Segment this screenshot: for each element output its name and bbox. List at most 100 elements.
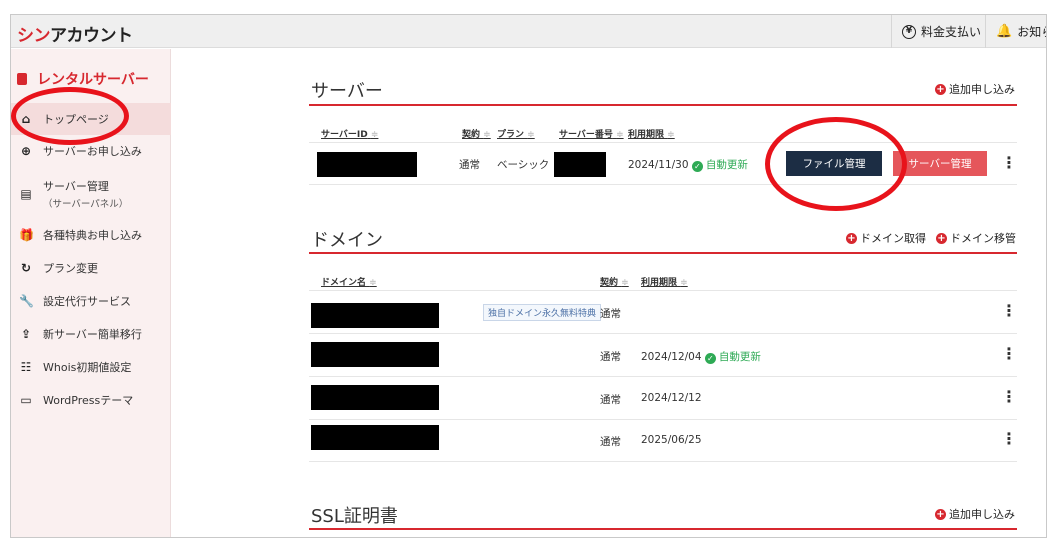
column-header-domain-name[interactable]: ドメイン名 ≑ xyxy=(321,275,377,288)
domain-contract: 通常 xyxy=(600,394,621,406)
plus-icon: + xyxy=(936,232,947,244)
sidebar-title[interactable]: レンタルサーバー xyxy=(17,69,149,89)
column-header-domain-contract[interactable]: 契約 ≑ xyxy=(600,275,629,288)
sidebar-item-label: プラン変更 xyxy=(43,262,98,275)
server-add-link[interactable]: + 追加申し込み xyxy=(935,81,1015,97)
column-header-label: 利用期限 xyxy=(641,278,678,288)
column-header-server-id[interactable]: サーバーID ≑ xyxy=(321,127,378,140)
sidebar-title-label: レンタルサーバー xyxy=(37,72,149,88)
redacted-domain-name xyxy=(311,342,439,367)
free-domain-badge: 独自ドメイン永久無料特典 xyxy=(483,304,602,321)
column-header-server-number[interactable]: サーバー番号 ≑ xyxy=(559,127,624,140)
ssl-section-title: SSL証明書 xyxy=(311,506,398,527)
sort-icon: ≑ xyxy=(527,130,535,140)
sidebar-item-migration[interactable]: ⇪ 新サーバー簡単移行 xyxy=(11,320,171,348)
column-header-expiry[interactable]: 利用期限 ≑ xyxy=(628,127,675,140)
redacted-server-number xyxy=(554,152,606,177)
column-header-domain-expiry[interactable]: 利用期限 ≑ xyxy=(641,275,688,288)
column-header-label: 利用期限 xyxy=(628,130,665,140)
server-expiry: 2024/11/30 xyxy=(628,159,689,171)
window-icon: ▭ xyxy=(20,393,32,407)
upload-icon: ⇪ xyxy=(20,327,32,341)
domain-more-icon[interactable]: ⋮ xyxy=(1001,389,1017,405)
payment-label: 料金支払い xyxy=(921,25,982,39)
server-row-divider xyxy=(309,184,1017,185)
sidebar-item-label: 設定代行サービス xyxy=(43,295,131,308)
sidebar-item-label: Whois初期値設定 xyxy=(43,361,132,374)
plus-icon: + xyxy=(935,508,946,520)
column-header-label: 契約 xyxy=(462,130,481,140)
server-more-icon[interactable]: ⋮ xyxy=(1001,155,1017,171)
domain-contract: 通常 xyxy=(600,351,621,363)
redacted-domain-name xyxy=(311,425,439,450)
sidebar-item-label: 新サーバー簡単移行 xyxy=(43,328,142,341)
domain-acquire-link[interactable]: + ドメイン取得 xyxy=(846,230,926,246)
sort-icon: ≑ xyxy=(616,130,624,140)
refresh-icon: ↻ xyxy=(20,261,32,275)
domain-more-icon[interactable]: ⋮ xyxy=(1001,431,1017,447)
domain-more-icon[interactable]: ⋮ xyxy=(1001,303,1017,319)
column-header-contract[interactable]: 契約 ≑ xyxy=(462,127,491,140)
yen-icon: ¥ xyxy=(902,24,916,39)
highlight-circle-top-page xyxy=(11,87,129,145)
redacted-domain-name xyxy=(311,303,439,328)
column-header-label: サーバー番号 xyxy=(559,130,613,140)
server-plan: ベーシック xyxy=(497,159,550,171)
ssl-section-divider xyxy=(309,528,1017,530)
sidebar-item-server-manage[interactable]: ▤ サーバー管理 （サーバーパネル） xyxy=(11,173,171,215)
domain-expiry: 2024/12/04 xyxy=(641,351,702,363)
column-header-label: ドメイン名 xyxy=(321,278,367,288)
sidebar-item-label: サーバーお申し込み xyxy=(43,145,142,158)
sort-icon: ≑ xyxy=(621,278,629,288)
ssl-add-label: 追加申し込み xyxy=(949,508,1015,521)
sidebar-item-sublabel: （サーバーパネル） xyxy=(43,199,129,210)
domain-expiry: 2025/06/25 xyxy=(641,434,702,446)
payment-button[interactable]: ¥ 料金支払い xyxy=(891,15,985,48)
gift-icon: 🎁 xyxy=(19,228,34,242)
sidebar-item-label: 各種特典お申し込み xyxy=(43,229,142,242)
sidebar-item-benefits[interactable]: 🎁 各種特典お申し込み xyxy=(11,221,171,249)
domain-expiry: 2024/12/12 xyxy=(641,392,702,404)
sidebar-item-wordpress-theme[interactable]: ▭ WordPressテーマ xyxy=(11,386,171,414)
sidebar-item-setup-service[interactable]: 🔧 設定代行サービス xyxy=(11,287,171,315)
sidebar-item-whois[interactable]: ☷ Whois初期値設定 xyxy=(11,353,171,381)
sort-icon: ≑ xyxy=(680,278,688,288)
sidebar-item-label: サーバー管理 xyxy=(43,180,109,193)
column-header-label: プラン xyxy=(497,130,525,140)
domain-row-divider xyxy=(309,419,1017,420)
column-header-plan[interactable]: プラン ≑ xyxy=(497,127,535,140)
domain-row-divider xyxy=(309,376,1017,377)
document-icon: ☷ xyxy=(20,360,32,374)
domain-more-icon[interactable]: ⋮ xyxy=(1001,346,1017,362)
server-auto-renew: 自動更新 xyxy=(705,159,748,171)
domain-transfer-link[interactable]: + ドメイン移管 xyxy=(936,230,1016,246)
redacted-server-id xyxy=(317,152,417,177)
check-icon: ✓ xyxy=(704,353,716,364)
server-section-title: サーバー xyxy=(311,81,383,102)
domain-expiry-cell: 2024/12/04 ✓ 自動更新 xyxy=(641,349,761,364)
domain-row-divider xyxy=(309,333,1017,334)
server-contract: 通常 xyxy=(459,159,480,171)
wrench-icon: 🔧 xyxy=(19,294,34,308)
server-expiry-cell: 2024/11/30 ✓ 自動更新 xyxy=(628,157,748,172)
notice-button[interactable]: 🔔 お知ら xyxy=(985,15,1046,48)
sidebar-item-label: WordPressテーマ xyxy=(43,394,134,407)
logo[interactable]: シンアカウント xyxy=(17,21,133,46)
server-manage-button[interactable]: サーバー管理 xyxy=(893,151,987,176)
ssl-add-link[interactable]: + 追加申し込み xyxy=(935,506,1015,522)
app-window: シンアカウント ¥ 料金支払い 🔔 お知ら レンタルサーバー ⌂ トップページ … xyxy=(10,14,1047,538)
logo-red-part: シン xyxy=(17,26,51,46)
logo-dark-part: アカウント xyxy=(50,26,133,46)
sort-icon: ≑ xyxy=(667,130,675,140)
server-header-divider xyxy=(309,142,1017,143)
domain-row-divider xyxy=(309,461,1017,462)
server-icon: ▤ xyxy=(20,187,32,201)
bell-icon: 🔔 xyxy=(996,24,1013,39)
sidebar-item-plan-change[interactable]: ↻ プラン変更 xyxy=(11,254,171,282)
domain-transfer-label: ドメイン移管 xyxy=(950,232,1016,245)
plus-icon: + xyxy=(935,83,946,95)
sort-icon: ≑ xyxy=(483,130,491,140)
domain-contract: 通常 xyxy=(600,308,621,320)
top-header: シンアカウント ¥ 料金支払い 🔔 お知ら xyxy=(11,15,1046,48)
highlight-circle-file-manager xyxy=(765,117,907,211)
